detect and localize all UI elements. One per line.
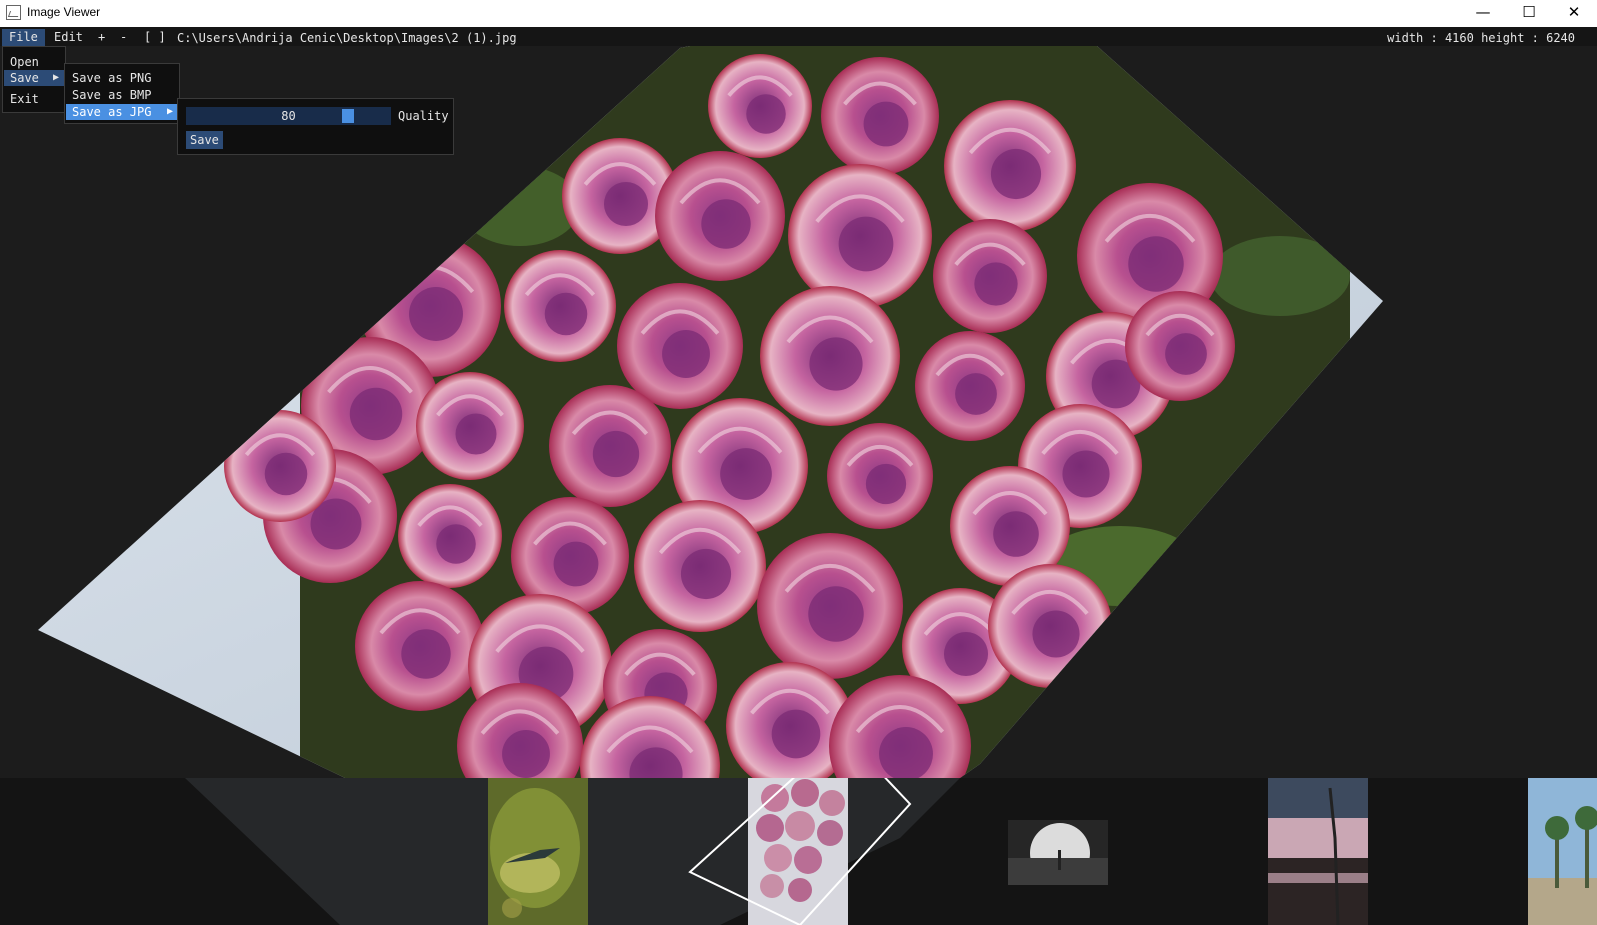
jpg-options-panel: 80 Quality Save	[177, 98, 454, 155]
thumbnail-moon[interactable]	[1008, 820, 1108, 885]
menu-item-save-jpg[interactable]: Save as JPG ▶	[66, 104, 178, 120]
minimize-button[interactable]: —	[1460, 0, 1506, 27]
zoom-out-button[interactable]: -	[113, 29, 134, 46]
quality-value: 80	[281, 109, 296, 123]
menu-item-open[interactable]: Open	[4, 54, 64, 70]
file-path: C:\Users\Andrija Cenic\Desktop\Images\2 …	[177, 31, 517, 45]
quality-slider[interactable]: 80	[186, 107, 391, 125]
thumbnail-palm-beach[interactable]	[1528, 778, 1597, 925]
menu-item-save-png[interactable]: Save as PNG	[66, 70, 178, 86]
thumbnail-sunset[interactable]	[1268, 778, 1368, 925]
save-submenu: Save as PNG Save as BMP Save as JPG ▶	[64, 63, 180, 124]
window-title: Image Viewer	[27, 5, 101, 19]
maximize-button[interactable]: ☐	[1506, 0, 1552, 27]
title-bar: Image Viewer — ☐ ✕	[0, 0, 1597, 27]
maximize-icon: ☐	[1522, 3, 1536, 21]
submenu-arrow-icon: ▶	[166, 106, 173, 117]
save-jpg-button[interactable]: Save	[186, 131, 223, 149]
menu-item-save[interactable]: Save ▶	[4, 70, 64, 86]
image-dimensions: width : 4160 height : 6240	[1387, 31, 1575, 45]
thumbnail-hummingbird[interactable]	[488, 778, 588, 925]
menu-item-save-bmp[interactable]: Save as BMP	[66, 87, 178, 103]
fit-to-window-button[interactable]: [ ]	[137, 29, 173, 46]
minimize-icon: —	[1475, 3, 1491, 21]
menu-edit[interactable]: Edit	[47, 29, 90, 46]
zoom-in-button[interactable]: +	[91, 29, 112, 46]
menu-item-save-label: Save	[10, 71, 39, 85]
image-viewer-app-icon	[6, 5, 21, 20]
close-button[interactable]: ✕	[1551, 0, 1597, 27]
thumbnail-strip	[0, 778, 1597, 925]
menu-file[interactable]: File	[2, 29, 45, 46]
menu-item-save-jpg-label: Save as JPG	[72, 105, 152, 119]
quality-label: Quality	[398, 109, 449, 123]
file-menu: Open Save ▶ Exit	[2, 46, 66, 113]
image-canvas[interactable]	[0, 46, 1597, 778]
menu-bar: File Edit + - [ ] C:\Users\Andrija Cenic…	[0, 27, 1597, 46]
menu-item-exit[interactable]: Exit	[4, 91, 64, 107]
thumbnail-strip-art	[185, 778, 1597, 925]
close-icon: ✕	[1567, 3, 1581, 21]
submenu-arrow-icon: ▶	[52, 72, 59, 83]
rotated-rose-photo	[38, 46, 1383, 778]
